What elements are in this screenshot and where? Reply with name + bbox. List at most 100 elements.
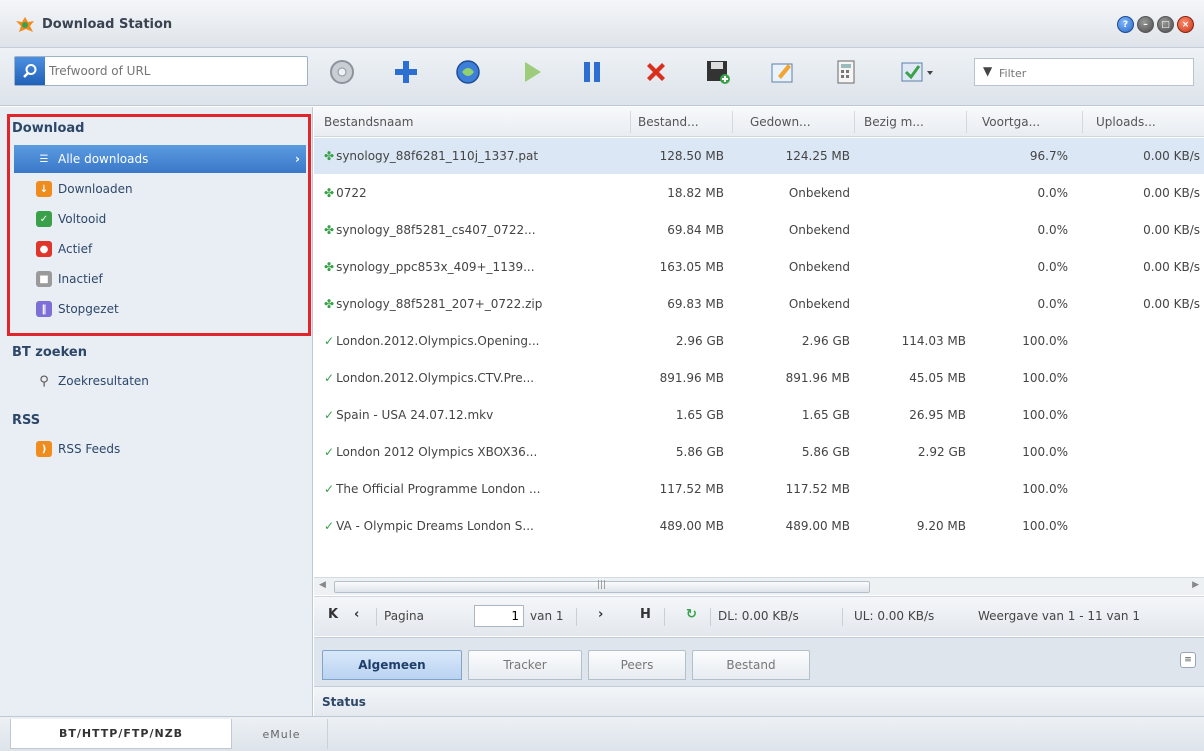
- sidebar-item-inactive[interactable]: ■ Inactief: [14, 265, 306, 293]
- table-row[interactable]: ✓ Spain - USA 24.07.12.mkv 1.65 GB 1.65 G…: [314, 397, 1204, 434]
- calculator-button[interactable]: [830, 56, 862, 88]
- sidebar-item-label: Voltooid: [58, 212, 107, 226]
- cell-busy: 26.95 MB: [909, 408, 966, 422]
- rss-icon: ): [36, 441, 52, 457]
- sidebar-item-label: Actief: [58, 242, 93, 256]
- section-title-bt-search: BT zoeken: [12, 345, 87, 360]
- column-separator[interactable]: [732, 111, 733, 133]
- table-row[interactable]: ✓ The Official Programme London ... 117.5…: [314, 471, 1204, 508]
- minimize-icon[interactable]: –: [1137, 16, 1154, 33]
- cell-size: 128.50 MB: [659, 149, 724, 163]
- sidebar-item-search-results[interactable]: ⚲ Zoekresultaten: [14, 367, 306, 395]
- table-row[interactable]: ✤ synology_ppc853x_409+_1139... 163.05 MB…: [314, 249, 1204, 286]
- search-icon: [23, 64, 37, 78]
- sidebar-item-label: Alle downloads: [58, 152, 149, 166]
- tab-bt-http-ftp-nzb[interactable]: BT/HTTP/FTP/NZB: [10, 719, 232, 749]
- pause-button[interactable]: [576, 56, 608, 88]
- table-row[interactable]: ✤ 0722 18.82 MB Onbekend 0.0% 0.00 KB/s: [314, 175, 1204, 212]
- cell-size: 69.84 MB: [667, 223, 724, 237]
- cell-size: 69.83 MB: [667, 297, 724, 311]
- cell-downloaded: 891.96 MB: [785, 371, 850, 385]
- column-separator[interactable]: [854, 111, 855, 133]
- add-url-button[interactable]: [452, 56, 484, 88]
- sidebar-item-completed[interactable]: ✓ Voltooid: [14, 205, 306, 233]
- resume-button[interactable]: [516, 56, 548, 88]
- completed-status-icon: ✓: [324, 371, 335, 385]
- sidebar: Download ☰ Alle downloads › ↓ Downloaden…: [0, 107, 313, 716]
- display-range: Weergave van 1 - 11 van 1: [978, 609, 1140, 623]
- column-header-filename[interactable]: Bestandsnaam: [324, 115, 413, 129]
- filter-input[interactable]: [999, 64, 1179, 82]
- maximize-icon[interactable]: □: [1157, 16, 1174, 33]
- section-title-download: Download: [12, 121, 85, 136]
- download-icon: ↓: [36, 181, 52, 197]
- first-page-icon[interactable]: K: [328, 607, 338, 622]
- column-separator[interactable]: [630, 111, 631, 133]
- close-icon[interactable]: ×: [1177, 16, 1194, 33]
- cell-downloaded: Onbekend: [788, 223, 850, 237]
- settings-icon: [330, 60, 354, 84]
- table-row[interactable]: ✓ London 2012 Olympics XBOX36... 5.86 GB …: [314, 434, 1204, 471]
- cell-progress: 96.7%: [1029, 149, 1068, 163]
- edit-icon: [771, 63, 793, 83]
- column-separator[interactable]: [966, 111, 967, 133]
- tab-tracker[interactable]: Tracker: [468, 650, 582, 680]
- table-row[interactable]: ✤ synology_88f6281_110j_1337.pat 128.50 M…: [314, 138, 1204, 175]
- sidebar-item-rss-feeds[interactable]: ) RSS Feeds: [14, 435, 306, 463]
- sidebar-item-stopped[interactable]: ‖ Stopgezet: [14, 295, 306, 323]
- tab-peers[interactable]: Peers: [588, 650, 686, 680]
- cell-filename: ✤ synology_88f6281_110j_1337.pat: [324, 149, 539, 163]
- cell-filename: ✓ Spain - USA 24.07.12.mkv: [324, 408, 494, 422]
- table-row[interactable]: ✓ London.2012.Olympics.Opening... 2.96 GB…: [314, 323, 1204, 360]
- column-header-uploads[interactable]: Uploads...: [1096, 115, 1156, 129]
- horizontal-scrollbar[interactable]: ◀ ||| ▶: [314, 577, 1204, 595]
- cell-busy: 2.92 GB: [917, 445, 966, 459]
- sidebar-item-active[interactable]: ● Actief: [14, 235, 306, 263]
- column-header-progress[interactable]: Voortga...: [982, 115, 1040, 129]
- cell-progress: 100.0%: [1022, 408, 1068, 422]
- separator: [842, 608, 843, 626]
- collapse-icon[interactable]: ≡: [1180, 652, 1196, 668]
- separator: [376, 608, 377, 626]
- cell-size: 489.00 MB: [659, 519, 724, 533]
- upload-speed: UL: 0.00 KB/s: [854, 609, 935, 623]
- tab-general[interactable]: Algemeen: [322, 650, 462, 680]
- search-button[interactable]: [15, 57, 45, 85]
- scroll-right-icon[interactable]: ▶: [1192, 580, 1199, 590]
- add-button[interactable]: [390, 56, 422, 88]
- sidebar-item-all-downloads[interactable]: ☰ Alle downloads ›: [14, 145, 306, 173]
- next-page-icon[interactable]: ›: [598, 607, 603, 622]
- scrollbar-thumb[interactable]: |||: [334, 580, 870, 593]
- page-number-input[interactable]: [474, 605, 524, 627]
- delete-icon: [647, 63, 665, 81]
- cell-progress: 0.0%: [1037, 297, 1069, 311]
- app-title: Download Station: [42, 17, 173, 32]
- previous-page-icon[interactable]: ‹: [354, 607, 359, 622]
- tab-emule[interactable]: eMule: [236, 719, 328, 749]
- help-icon[interactable]: ?: [1117, 16, 1134, 33]
- select-dropdown-button[interactable]: [896, 56, 942, 88]
- column-header-busy[interactable]: Bezig m...: [864, 115, 924, 129]
- table-row[interactable]: ✤ synology_88f5281_cs407_0722... 69.84 MB…: [314, 212, 1204, 249]
- last-page-icon[interactable]: H: [640, 607, 651, 622]
- url-icon: [456, 60, 480, 84]
- edit-button[interactable]: [766, 56, 798, 88]
- settings-button[interactable]: [326, 56, 358, 88]
- table-row[interactable]: ✓ VA - Olympic Dreams London S... 489.00 …: [314, 508, 1204, 545]
- search-input[interactable]: [49, 61, 299, 81]
- calculator-icon: [837, 60, 855, 84]
- save-button[interactable]: [702, 56, 734, 88]
- section-title-rss: RSS: [12, 413, 41, 428]
- table-row[interactable]: ✓ London.2012.Olympics.CTV.Pre... 891.96 …: [314, 360, 1204, 397]
- tab-file[interactable]: Bestand: [692, 650, 810, 680]
- column-header-size[interactable]: Bestand...: [638, 115, 699, 129]
- scroll-left-icon[interactable]: ◀: [319, 580, 326, 590]
- column-separator[interactable]: [1082, 111, 1083, 133]
- table-row[interactable]: ✤ synology_88f5281_207+_0722.zip 69.83 MB…: [314, 286, 1204, 323]
- cell-size: 5.86 GB: [675, 445, 724, 459]
- column-header-downloaded[interactable]: Gedown...: [750, 115, 811, 129]
- refresh-icon[interactable]: ↻: [686, 607, 697, 622]
- sidebar-item-downloading[interactable]: ↓ Downloaden: [14, 175, 306, 203]
- cell-upload: 0.00 KB/s: [1143, 223, 1200, 237]
- delete-button[interactable]: [640, 56, 672, 88]
